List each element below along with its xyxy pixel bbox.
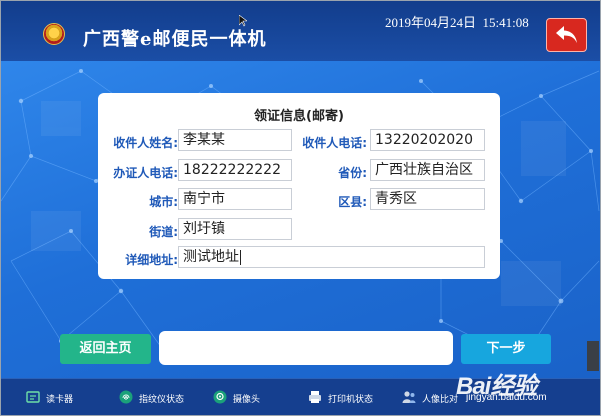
address-input[interactable]: 测试地址 [178,246,485,268]
home-button[interactable]: 返回主页 [60,334,151,364]
address-label: 详细地址: [125,253,178,267]
footer-label: 读卡器 [46,395,74,405]
datetime: 2019年04月24日 15:41:08 [385,15,529,30]
fingerprint-icon [119,390,133,404]
recipient-phone-field[interactable]: 13220202020 [370,129,485,151]
footer-label: 摄像头 [233,395,261,405]
province-label: 省份: [338,166,367,180]
footer-label: 打印机状态 [328,395,374,405]
text-caret [240,249,241,265]
watermark-site: jingyan.baidu.com [466,392,547,403]
header-bar: 广西警e邮便民一体机 2019年04月24日 15:41:08 [1,1,600,61]
next-step-button[interactable]: 下一步 [461,334,551,364]
form-title: 领证信息(邮寄) [254,109,344,124]
side-handle [587,341,599,371]
district-label: 区县: [338,195,367,209]
street-select[interactable]: 刘圩镇 [178,218,292,240]
street-label: 街道: [149,225,178,239]
footer-label: 人像比对 [422,395,459,405]
province-select[interactable]: 广西壮族自治区 [370,159,485,181]
baidu-jingyan-watermark: Bai经验 jingyan.baidu.com [456,366,547,403]
police-emblem-icon [43,23,65,45]
applicant-phone-field[interactable]: 18222222222 [178,159,292,181]
message-box [159,331,453,365]
applicant-phone-label: 办证人电话: [113,166,178,180]
address-text: 测试地址 [183,249,239,265]
district-select[interactable]: 青秀区 [370,188,485,210]
camera-icon [213,390,227,404]
mouse-cursor-icon [238,12,248,31]
recipient-name-field[interactable]: 李某某 [178,129,292,151]
city-label: 城市: [149,195,178,209]
recipient-name-label: 收件人姓名: [113,136,178,150]
back-button[interactable] [546,18,587,52]
recipient-phone-label: 收件人电话: [302,136,367,150]
footer-label: 指纹仪状态 [139,395,185,405]
card-reader-icon [26,391,40,403]
back-arrow-icon [556,26,577,43]
city-select[interactable]: 南宁市 [178,188,292,210]
recipient-info-form: 领证信息(邮寄) 收件人姓名: 李某某 收件人电话: 13220202020 办… [98,93,500,279]
face-compare-icon [402,391,416,403]
printer-icon [309,391,321,403]
